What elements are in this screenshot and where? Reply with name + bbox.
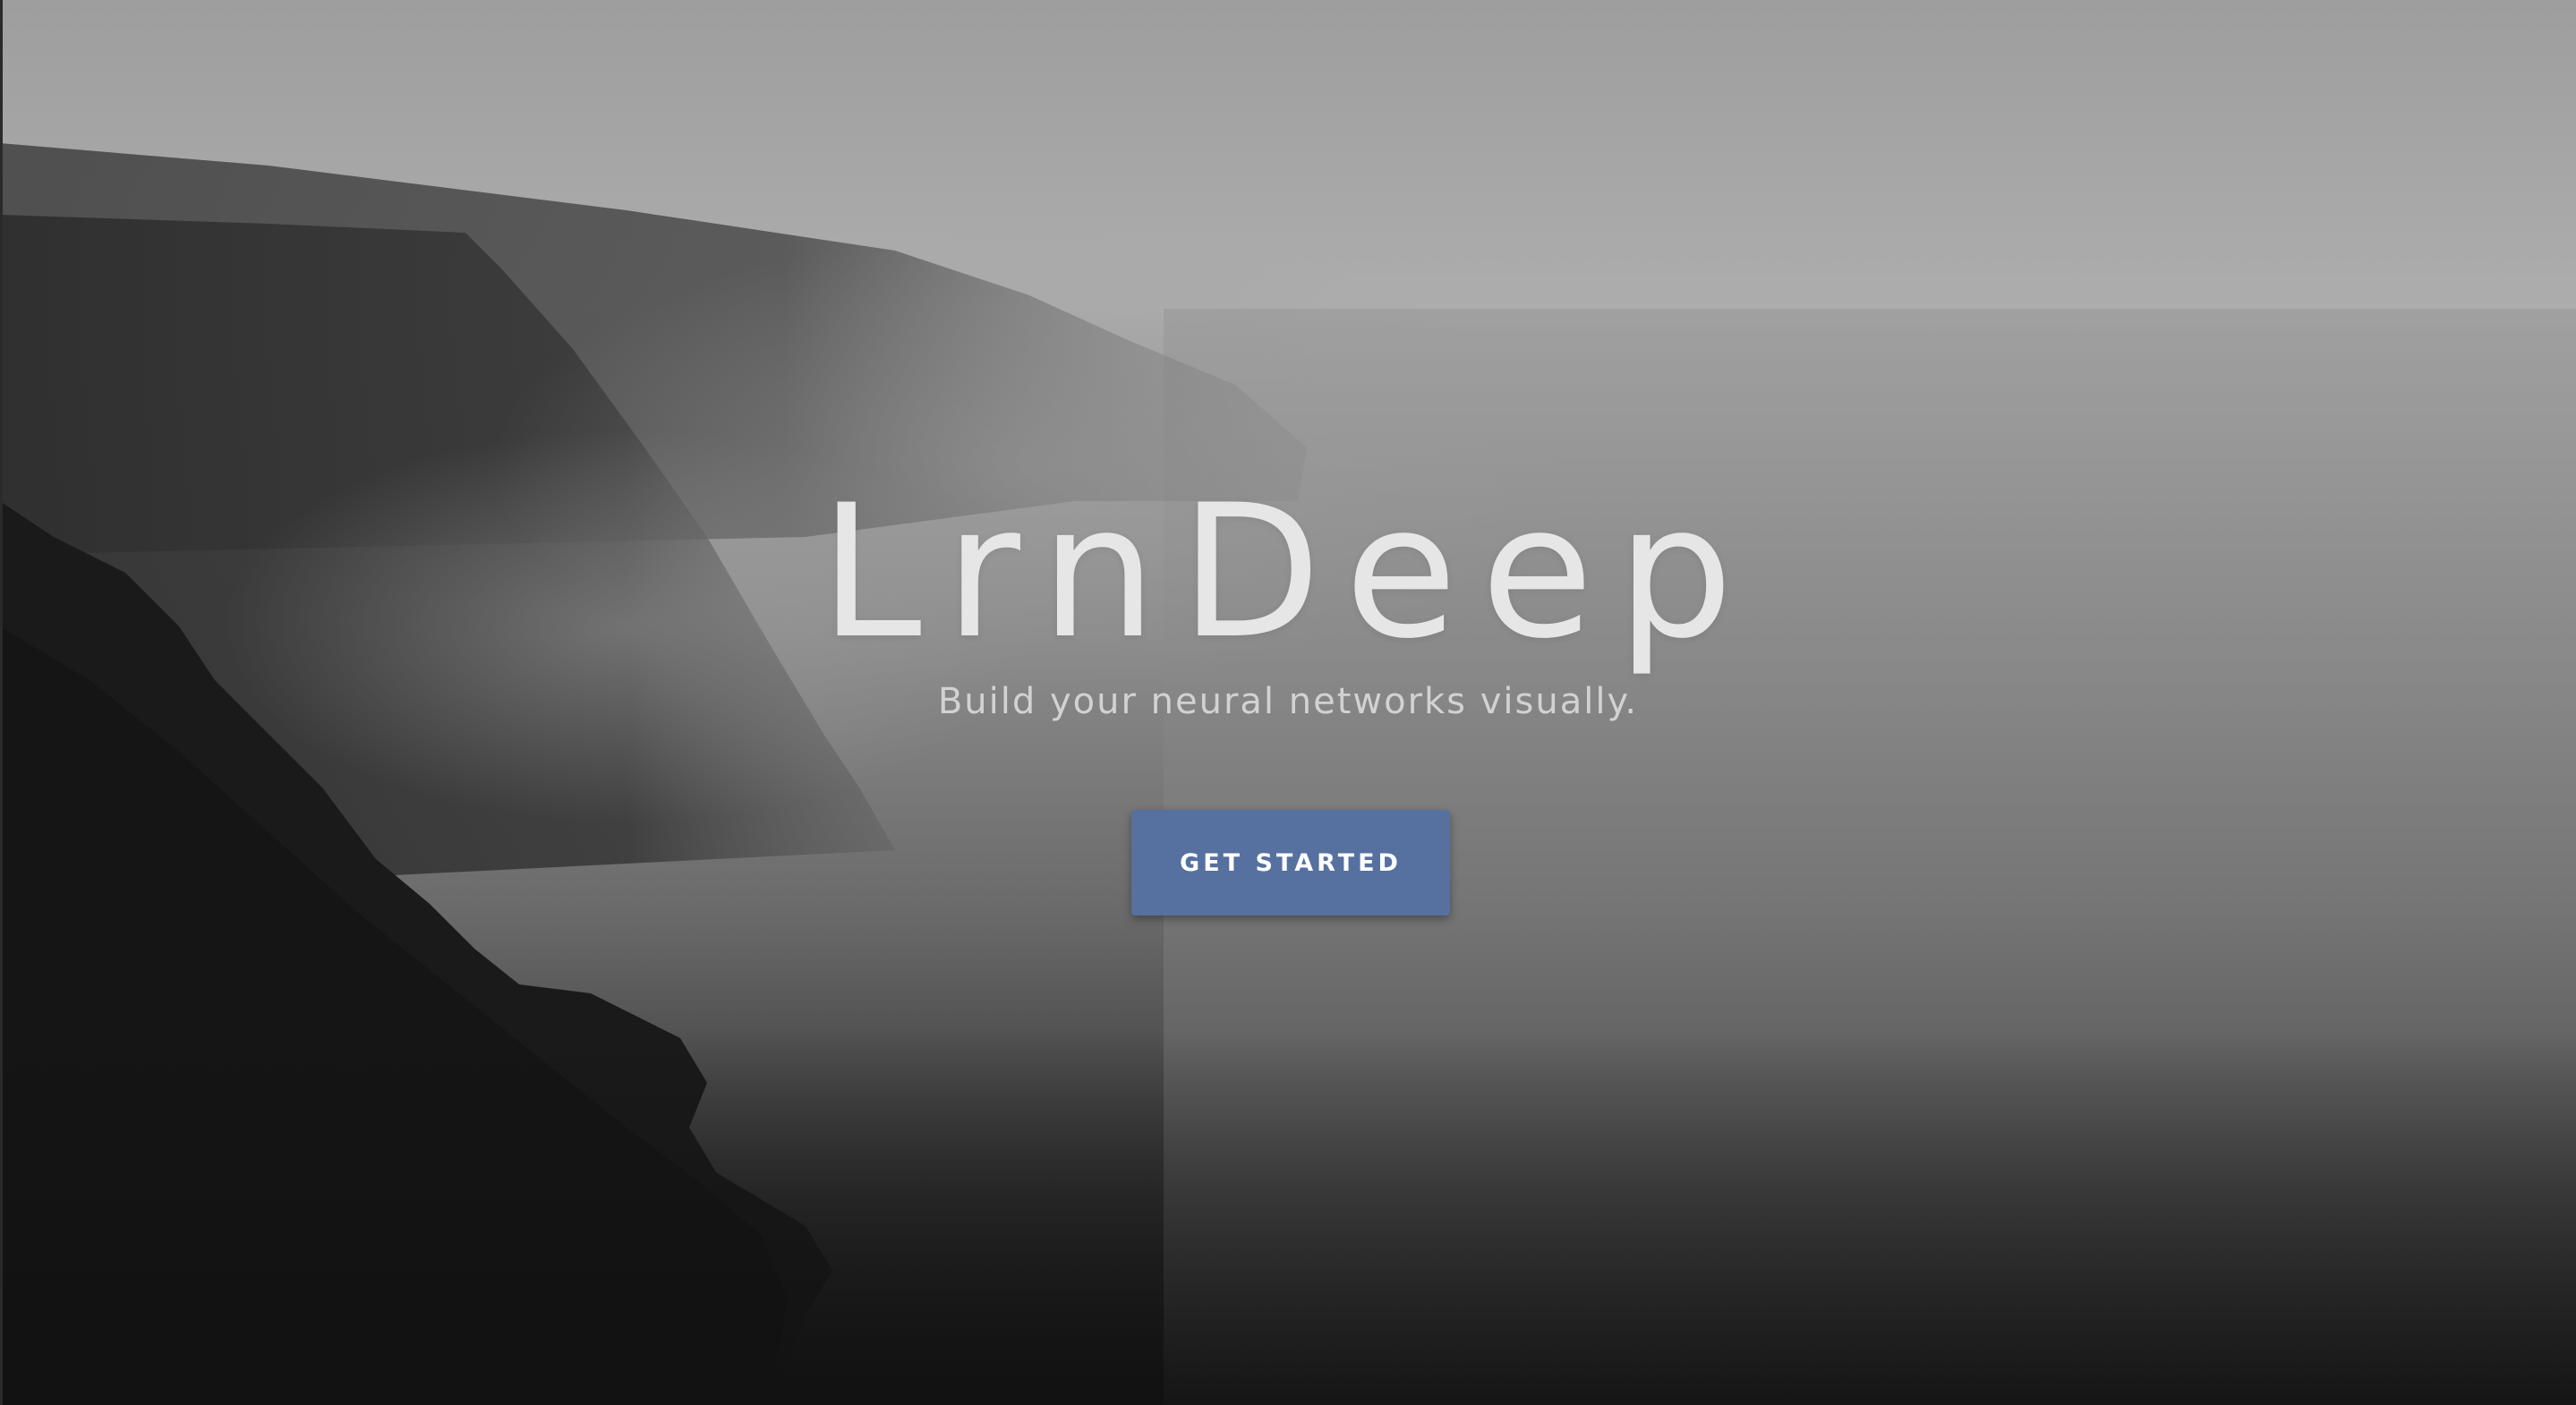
hero-section: LrnDeep Build your neural networks visua… [0,0,2576,1405]
app-tagline: Build your neural networks visually. [937,681,1639,722]
get-started-button[interactable]: GET STARTED [1131,810,1450,915]
app-title: LrnDeep [819,466,1757,679]
hero-content: LrnDeep Build your neural networks visua… [0,0,2576,1405]
